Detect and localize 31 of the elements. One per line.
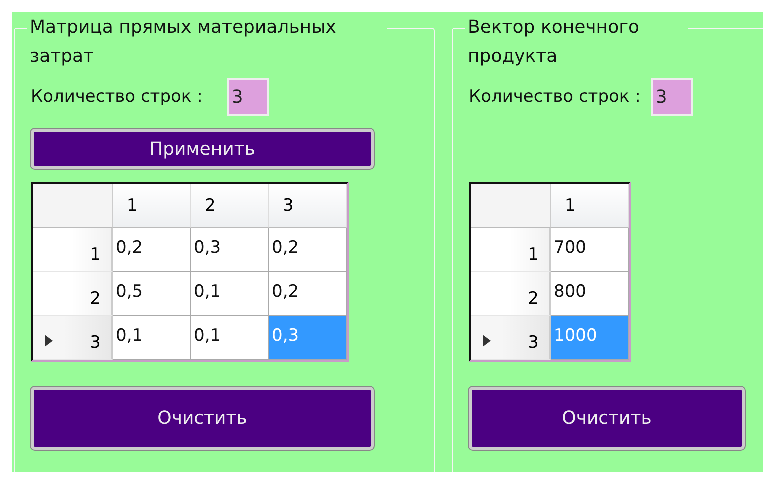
column-header[interactable]: 1	[551, 184, 629, 228]
table-cell[interactable]: 0,2	[113, 228, 191, 272]
current-row-icon	[45, 335, 53, 347]
row-header[interactable]: 1	[471, 228, 551, 272]
rows-input-field[interactable]: 3	[650, 78, 693, 116]
clear-button[interactable]: Очистить	[31, 387, 374, 450]
clear-button[interactable]: Очистить	[469, 387, 745, 450]
column-header[interactable]: 3	[269, 184, 347, 228]
current-row-icon	[483, 335, 491, 347]
row-header[interactable]: 2	[471, 272, 551, 316]
column-header[interactable]: 1	[113, 184, 191, 228]
table-cell[interactable]: 0,2	[269, 272, 347, 316]
table-cell[interactable]: 0,5	[113, 272, 191, 316]
rows-label: Количество строк :	[469, 87, 641, 107]
grid-corner[interactable]	[33, 184, 113, 228]
apply-button[interactable]: Применить	[31, 129, 374, 169]
grid-corner[interactable]	[471, 184, 551, 228]
rows-input-field[interactable]: 3	[226, 78, 269, 116]
table-cell[interactable]: 0,3	[191, 228, 269, 272]
table-cell[interactable]: 700	[551, 228, 629, 272]
rows-label: Количество строк :	[31, 87, 203, 107]
table-cell[interactable]: 0,1	[113, 316, 191, 360]
table-cell[interactable]: 0,1	[191, 272, 269, 316]
row-header[interactable]: 3	[33, 316, 113, 360]
row-header[interactable]: 1	[33, 228, 113, 272]
table-cell[interactable]: 800	[551, 272, 629, 316]
row-header[interactable]: 2	[33, 272, 113, 316]
row-header[interactable]: 3	[471, 316, 551, 360]
table-cell[interactable]: 0,1	[191, 316, 269, 360]
column-header[interactable]: 2	[191, 184, 269, 228]
table-cell[interactable]: 0,2	[269, 228, 347, 272]
